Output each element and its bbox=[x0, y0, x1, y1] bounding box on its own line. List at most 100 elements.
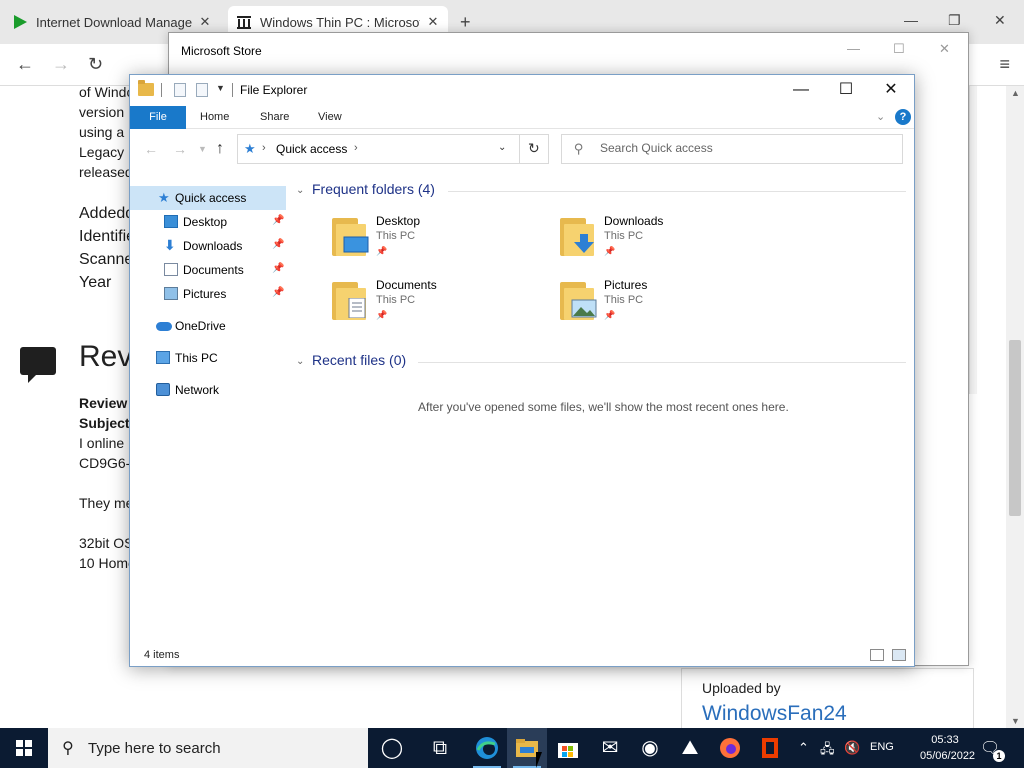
properties-icon[interactable] bbox=[174, 83, 186, 97]
cortana-icon[interactable]: ◯ bbox=[372, 728, 412, 768]
new-folder-icon[interactable] bbox=[196, 83, 208, 97]
taskbar: ⚲ Type here to search ◯ ⧉ ✉ ◉ ⛰ ⌃ 🖧 🔇 EN… bbox=[0, 728, 1024, 768]
show-hidden-icons-icon[interactable]: ⌃ bbox=[798, 740, 809, 756]
close-icon[interactable]: ✕ bbox=[939, 41, 950, 57]
minimize-icon[interactable]: — bbox=[847, 41, 860, 56]
new-tab-button[interactable]: + bbox=[460, 12, 471, 33]
collapse-group-icon[interactable]: ⌄ bbox=[296, 185, 304, 196]
nav-item-onedrive[interactable]: OneDrive bbox=[130, 314, 286, 338]
address-bar[interactable]: ★ › Quick access › ⌄ bbox=[237, 134, 548, 164]
folder-tile-documents[interactable]: Documents This PC 📌 bbox=[330, 278, 550, 334]
nav-item-downloads[interactable]: ⬇ Downloads 📌 bbox=[130, 234, 286, 258]
close-icon[interactable]: ✕ bbox=[994, 12, 1006, 29]
review-text: 32bit OS bbox=[79, 535, 134, 551]
forward-icon[interactable]: → bbox=[173, 141, 187, 157]
start-button[interactable] bbox=[0, 728, 48, 768]
customize-toolbar-icon[interactable]: ▼ bbox=[216, 83, 225, 93]
file-tab[interactable]: File bbox=[130, 106, 186, 129]
chevron-right-icon[interactable]: › bbox=[262, 142, 266, 154]
reload-icon[interactable]: ↻ bbox=[88, 54, 103, 75]
network-icon[interactable]: 🖧 bbox=[820, 740, 835, 762]
pin-icon: 📌 bbox=[272, 287, 285, 298]
photos-icon[interactable]: ⛰ bbox=[670, 728, 710, 768]
folder-name: Pictures bbox=[604, 278, 648, 292]
close-tab-icon[interactable]: ✕ bbox=[426, 14, 440, 30]
minimize-icon[interactable]: — bbox=[904, 12, 918, 28]
folder-tile-pictures[interactable]: Pictures This PC 📌 bbox=[558, 278, 778, 334]
close-icon[interactable]: ✕ bbox=[868, 79, 914, 101]
scroll-up-icon[interactable]: ▲ bbox=[1011, 88, 1020, 98]
menu-icon[interactable]: ≡ bbox=[999, 54, 1010, 75]
pin-icon: 📌 bbox=[272, 263, 285, 274]
nav-label: Quick access bbox=[175, 191, 247, 205]
restore-icon[interactable]: ❐ bbox=[948, 12, 961, 29]
tab-home[interactable]: Home bbox=[200, 111, 229, 123]
chevron-down-icon[interactable]: ⌄ bbox=[498, 142, 506, 153]
up-icon[interactable]: ↑ bbox=[216, 140, 224, 158]
navigation-pane: ★ Quick access Desktop 📌 ⬇ Downloads 📌 D… bbox=[130, 178, 290, 638]
back-icon[interactable]: ← bbox=[144, 141, 158, 157]
clock[interactable]: 05:33 05/06/2022 bbox=[920, 732, 975, 764]
nav-item-network[interactable]: Network bbox=[130, 378, 286, 402]
refresh-button[interactable]: ↻ bbox=[519, 134, 549, 164]
chevron-right-icon[interactable]: › bbox=[354, 142, 358, 154]
expand-ribbon-icon[interactable]: ⌄ bbox=[876, 110, 885, 123]
pictures-folder-icon bbox=[558, 282, 598, 320]
tab-share[interactable]: Share bbox=[260, 111, 289, 123]
meta-label: Identifie bbox=[79, 228, 136, 245]
task-view-icon[interactable]: ⧉ bbox=[420, 728, 460, 768]
side-panel bbox=[969, 86, 977, 394]
breadcrumb[interactable]: Quick access bbox=[276, 142, 347, 156]
page-scrollbar[interactable]: ▲ ▼ bbox=[1006, 86, 1024, 728]
uploader-link[interactable]: WindowsFan24 bbox=[702, 702, 847, 726]
empty-state-message: After you've opened some files, we'll sh… bbox=[418, 400, 789, 414]
page-text: released bbox=[79, 164, 133, 180]
review-text: They me bbox=[79, 495, 134, 511]
folder-location: This PC bbox=[604, 294, 644, 306]
store-icon[interactable] bbox=[548, 728, 588, 768]
folder-name: Desktop bbox=[376, 214, 421, 228]
scroll-down-icon[interactable]: ▼ bbox=[1011, 716, 1020, 726]
play-icon bbox=[14, 15, 27, 29]
nav-item-documents[interactable]: Documents 📌 bbox=[130, 258, 286, 282]
mail-icon[interactable]: ✉ bbox=[590, 728, 630, 768]
search-icon: ⚲ bbox=[574, 141, 584, 156]
scroll-thumb[interactable] bbox=[1009, 340, 1021, 516]
search-box[interactable]: ⚲ bbox=[561, 134, 903, 164]
page-text: version bbox=[79, 104, 125, 120]
taskbar-search[interactable]: ⚲ Type here to search bbox=[48, 728, 368, 768]
edge-icon[interactable] bbox=[467, 728, 507, 768]
forward-icon[interactable]: → bbox=[52, 54, 70, 75]
nav-item-quick-access[interactable]: ★ Quick access bbox=[130, 186, 286, 210]
details-view-icon[interactable] bbox=[870, 649, 884, 661]
frequent-folders-header[interactable]: Frequent folders (4) bbox=[312, 181, 435, 197]
maximize-icon[interactable]: ☐ bbox=[893, 41, 905, 57]
volume-muted-icon[interactable]: 🔇 bbox=[844, 740, 860, 756]
recent-files-header[interactable]: Recent files (0) bbox=[312, 352, 406, 368]
minimize-icon[interactable]: — bbox=[778, 79, 824, 101]
search-input[interactable] bbox=[600, 141, 890, 155]
nav-item-desktop[interactable]: Desktop 📌 bbox=[130, 210, 286, 234]
firefox-icon[interactable] bbox=[710, 728, 750, 768]
media-icon[interactable]: ◉ bbox=[630, 728, 670, 768]
mouse-cursor-icon bbox=[536, 752, 548, 768]
input-language[interactable]: ENG bbox=[870, 741, 894, 753]
nav-label: Downloads bbox=[183, 239, 243, 253]
folder-tile-desktop[interactable]: Desktop This PC 📌 bbox=[330, 214, 550, 270]
divider bbox=[161, 83, 162, 97]
recent-locations-icon[interactable]: ▼ bbox=[198, 144, 207, 154]
large-icons-view-icon[interactable] bbox=[892, 649, 906, 661]
office-icon[interactable] bbox=[750, 728, 790, 768]
close-tab-icon[interactable]: ✕ bbox=[198, 14, 212, 30]
tab-view[interactable]: View bbox=[318, 111, 342, 123]
collapse-group-icon[interactable]: ⌄ bbox=[296, 356, 304, 367]
ribbon: File Home Share View ⌄ ? bbox=[130, 105, 914, 129]
nav-item-pictures[interactable]: Pictures 📌 bbox=[130, 282, 286, 306]
review-text: I online bbox=[79, 435, 125, 451]
item-count: 4 items bbox=[144, 649, 180, 661]
nav-item-this-pc[interactable]: This PC bbox=[130, 346, 286, 370]
help-icon[interactable]: ? bbox=[895, 109, 911, 125]
back-icon[interactable]: ← bbox=[16, 54, 34, 75]
folder-tile-downloads[interactable]: Downloads This PC 📌 bbox=[558, 214, 778, 270]
maximize-icon[interactable]: ☐ bbox=[823, 79, 869, 101]
